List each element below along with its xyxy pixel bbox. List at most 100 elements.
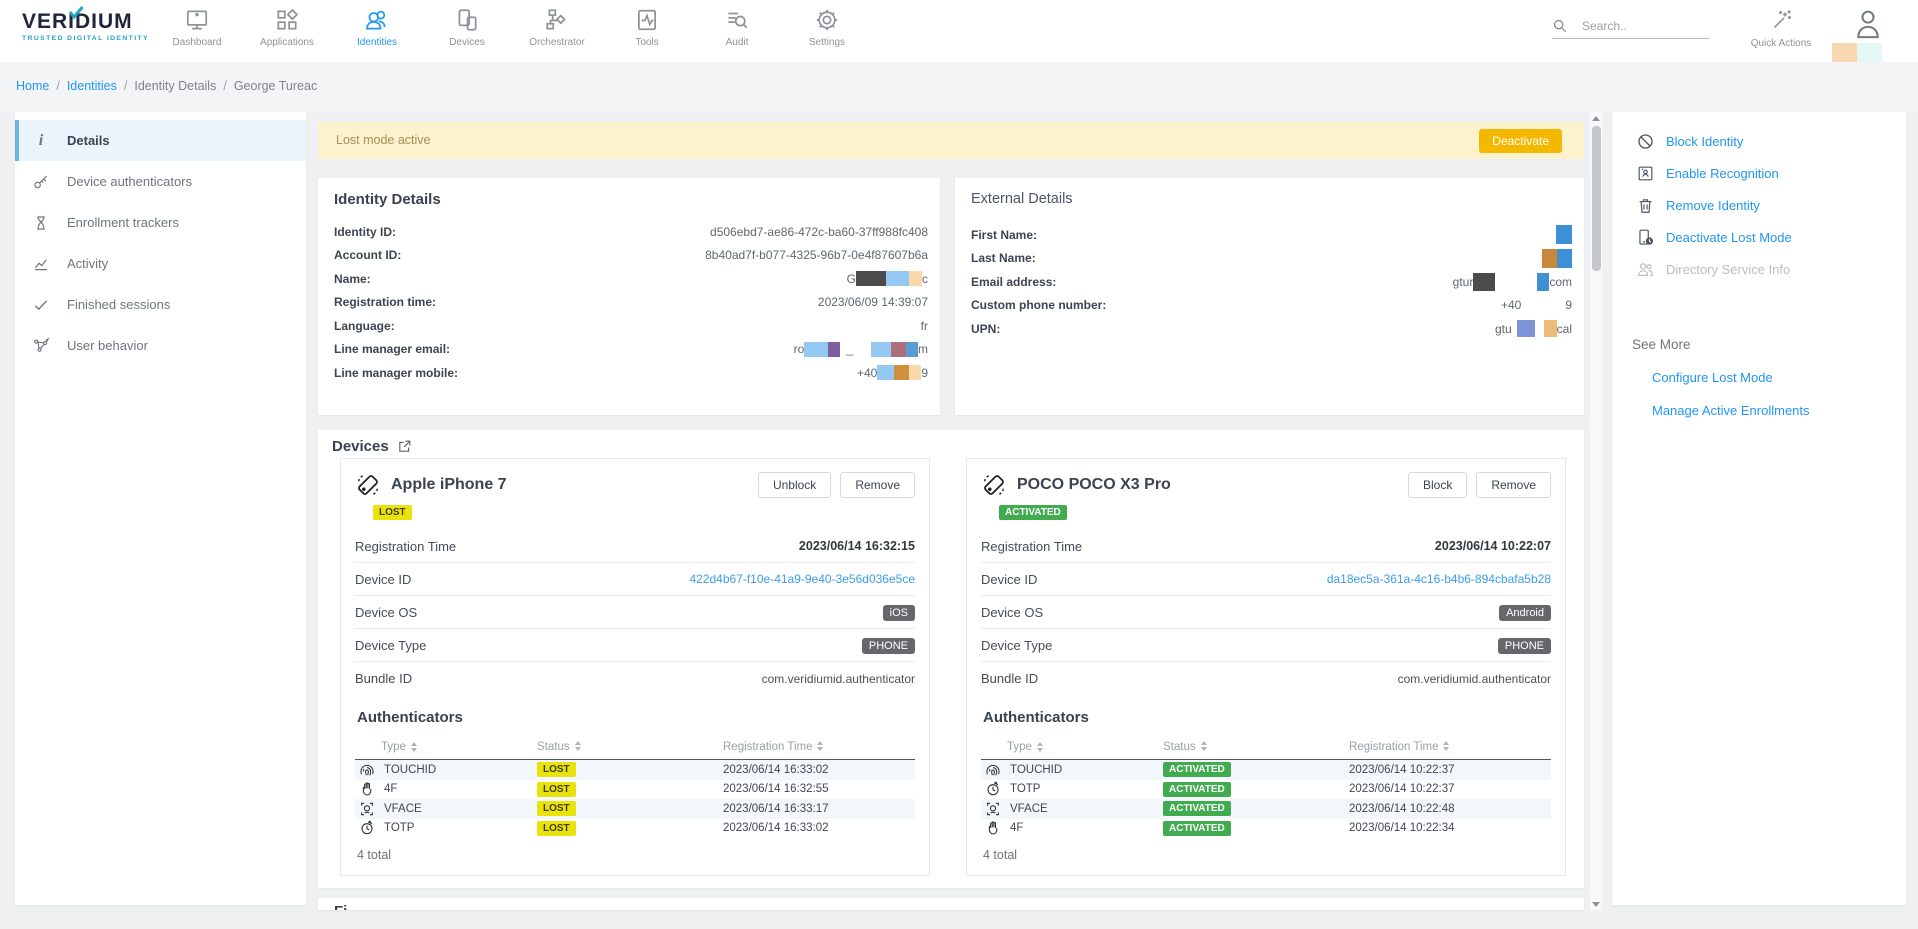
nav-item-orchestrator[interactable]: Orchestrator xyxy=(512,4,602,58)
redaction-block xyxy=(886,271,909,286)
language-value: fr xyxy=(921,319,928,333)
manage-active-enrollments-link[interactable]: Manage Active Enrollments xyxy=(1652,403,1906,418)
nav-item-dashboard[interactable]: Dashboard xyxy=(152,4,242,58)
nav-item-audit[interactable]: Audit xyxy=(692,4,782,58)
authenticators-total: 4 total xyxy=(981,838,1565,862)
nav-item-identities[interactable]: Identities xyxy=(332,4,422,58)
redacted-text-fragment: m xyxy=(918,342,928,356)
sort-icon xyxy=(817,741,823,751)
identity-sections-sidebar: i Details Device authenticators Enrollme… xyxy=(15,112,306,905)
status-badge: LOST xyxy=(537,782,576,797)
sidebar-item-finished-sessions[interactable]: Finished sessions xyxy=(15,284,306,325)
redaction-block xyxy=(1537,273,1549,291)
authenticators-total: 4 total xyxy=(355,838,929,862)
breadcrumb-home[interactable]: Home xyxy=(16,79,49,93)
column-header-status[interactable]: Status xyxy=(1163,741,1349,753)
registration-time-row: Registration time: 2023/06/09 14:39:07 xyxy=(334,291,928,315)
block-device-button[interactable]: Block xyxy=(1408,472,1467,498)
open-in-new-icon[interactable] xyxy=(397,439,412,454)
redacted-text-fragment: gtu xyxy=(1495,322,1512,336)
sidebar-item-activity[interactable]: Activity xyxy=(15,243,306,284)
brand-tagline: TRUSTED DIGITAL IDENTITY xyxy=(22,35,152,42)
search-input[interactable] xyxy=(1582,19,1702,33)
fingerprint-icon xyxy=(359,762,375,778)
name-value-redacted: Gc xyxy=(847,271,928,286)
identity-details-card: Identity Details Identity ID: d506ebd7-a… xyxy=(318,178,940,415)
redaction-block xyxy=(1557,249,1572,268)
column-header-type[interactable]: Type xyxy=(355,741,537,753)
column-header-registration-time[interactable]: Registration Time xyxy=(723,741,915,753)
quick-actions-button[interactable]: Quick Actions xyxy=(1748,8,1814,49)
device-type-row: Device Type PHONE xyxy=(355,629,915,662)
device-id-link[interactable]: 422d4b67-f10e-41a9-9e40-3e56d036e5ce xyxy=(689,572,915,586)
block-identity-action[interactable]: Block Identity xyxy=(1612,125,1906,157)
activity-chart-icon xyxy=(31,254,51,274)
line-manager-email-row: Line manager email: ro_m xyxy=(334,338,928,362)
magic-wand-icon xyxy=(1769,8,1793,32)
veridium-admin-app: VERIDIUM TRUSTED DIGITAL IDENTITY Dashbo… xyxy=(0,0,1918,929)
column-header-status[interactable]: Status xyxy=(537,741,723,753)
bundle-id-value: com.veridiumid.authenticator xyxy=(1398,672,1551,686)
sort-icon xyxy=(1037,742,1043,752)
redacted-text-fragment: +40 xyxy=(1501,298,1521,312)
redacted-text-fragment: G xyxy=(847,272,856,286)
deactivate-lost-mode-button[interactable]: Deactivate xyxy=(1479,129,1562,153)
grid-icon xyxy=(274,7,300,33)
deactivate-lost-mode-action[interactable]: Deactivate Lost Mode xyxy=(1612,221,1906,253)
sidebar-item-details[interactable]: i Details xyxy=(15,120,306,161)
custom-phone-redacted: +409 xyxy=(1501,298,1572,312)
language-row: Language: fr xyxy=(334,314,928,338)
devices-section: Devices Apple iPhone 7 Unblock Remove LO… xyxy=(318,430,1584,888)
lost-mode-banner: Lost mode active Deactivate xyxy=(318,122,1584,159)
device-type-badge: PHONE xyxy=(862,638,915,654)
device-status-badge: ACTIVATED xyxy=(999,505,1067,520)
phone-rotated-icon xyxy=(981,472,1007,498)
trash-icon xyxy=(1636,195,1656,215)
column-header-type[interactable]: Type xyxy=(981,741,1163,753)
device-registration-time-row: Registration Time 2023/06/14 10:22:07 xyxy=(981,530,1551,563)
directory-service-info-action: Directory Service Info xyxy=(1612,253,1906,285)
redaction-block xyxy=(856,271,886,286)
unblock-device-button[interactable]: Unblock xyxy=(758,472,831,498)
nav-item-settings[interactable]: Settings xyxy=(782,4,872,58)
scrollbar-thumb[interactable] xyxy=(1592,126,1601,271)
column-header-registration-time[interactable]: Registration Time xyxy=(1349,741,1551,753)
redaction-block xyxy=(877,365,894,380)
nav-item-applications[interactable]: Applications xyxy=(242,4,332,58)
nav-item-tools[interactable]: Tools xyxy=(602,4,692,58)
devices-section-header: Devices xyxy=(332,438,412,455)
authenticator-row-touchid: TOUCHID ACTIVATED 2023/06/14 10:22:37 xyxy=(981,760,1551,780)
configure-lost-mode-link[interactable]: Configure Lost Mode xyxy=(1652,370,1906,385)
info-icon: i xyxy=(31,131,51,151)
breadcrumb: Home/Identities/Identity Details/George … xyxy=(16,79,317,93)
authenticator-row-4f: 4F ACTIVATED 2023/06/14 10:22:34 xyxy=(981,819,1551,839)
scrollbar-up-arrow[interactable] xyxy=(1590,112,1602,124)
breadcrumb-identities[interactable]: Identities xyxy=(67,79,117,93)
remove-device-button[interactable]: Remove xyxy=(840,472,915,498)
scrollbar-down-arrow[interactable] xyxy=(1590,898,1602,910)
device-type-row: Device Type PHONE xyxy=(981,629,1551,662)
name-row: Name: Gc xyxy=(334,267,928,291)
device-id-link[interactable]: da18ec5a-361a-4c16-b4b6-894cbafa5b28 xyxy=(1327,572,1551,586)
authenticators-table: Type Status Registration Time TOUCHID AC… xyxy=(981,734,1551,838)
enable-recognition-action[interactable]: Enable Recognition xyxy=(1612,157,1906,189)
sidebar-item-user-behavior[interactable]: User behavior xyxy=(15,325,306,366)
status-badge: ACTIVATED xyxy=(1163,782,1231,797)
redaction-block xyxy=(1556,225,1572,244)
remove-identity-action[interactable]: Remove Identity xyxy=(1612,189,1906,221)
device-status-badge: LOST xyxy=(373,505,412,520)
account-id-row: Account ID: 8b40ad7f-b077-4325-96b7-0e4f… xyxy=(334,244,928,268)
list-search-icon xyxy=(724,7,750,33)
user-avatar-icon[interactable] xyxy=(1854,8,1882,40)
redaction-block xyxy=(1517,320,1535,337)
sidebar-item-enrollment-trackers[interactable]: Enrollment trackers xyxy=(15,202,306,243)
registration-time-value: 2023/06/09 14:39:07 xyxy=(818,295,928,309)
device-id-row: Device ID da18ec5a-361a-4c16-b4b6-894cba… xyxy=(981,563,1551,596)
sidebar-item-device-authenticators[interactable]: Device authenticators xyxy=(15,161,306,202)
veridium-logo[interactable]: VERIDIUM TRUSTED DIGITAL IDENTITY xyxy=(22,10,152,42)
logo-check-icon xyxy=(68,6,84,20)
remove-device-button[interactable]: Remove xyxy=(1476,472,1551,498)
upn-redacted: gtucal xyxy=(1495,320,1572,337)
redaction-block xyxy=(1473,273,1495,291)
nav-item-devices[interactable]: Devices xyxy=(422,4,512,58)
